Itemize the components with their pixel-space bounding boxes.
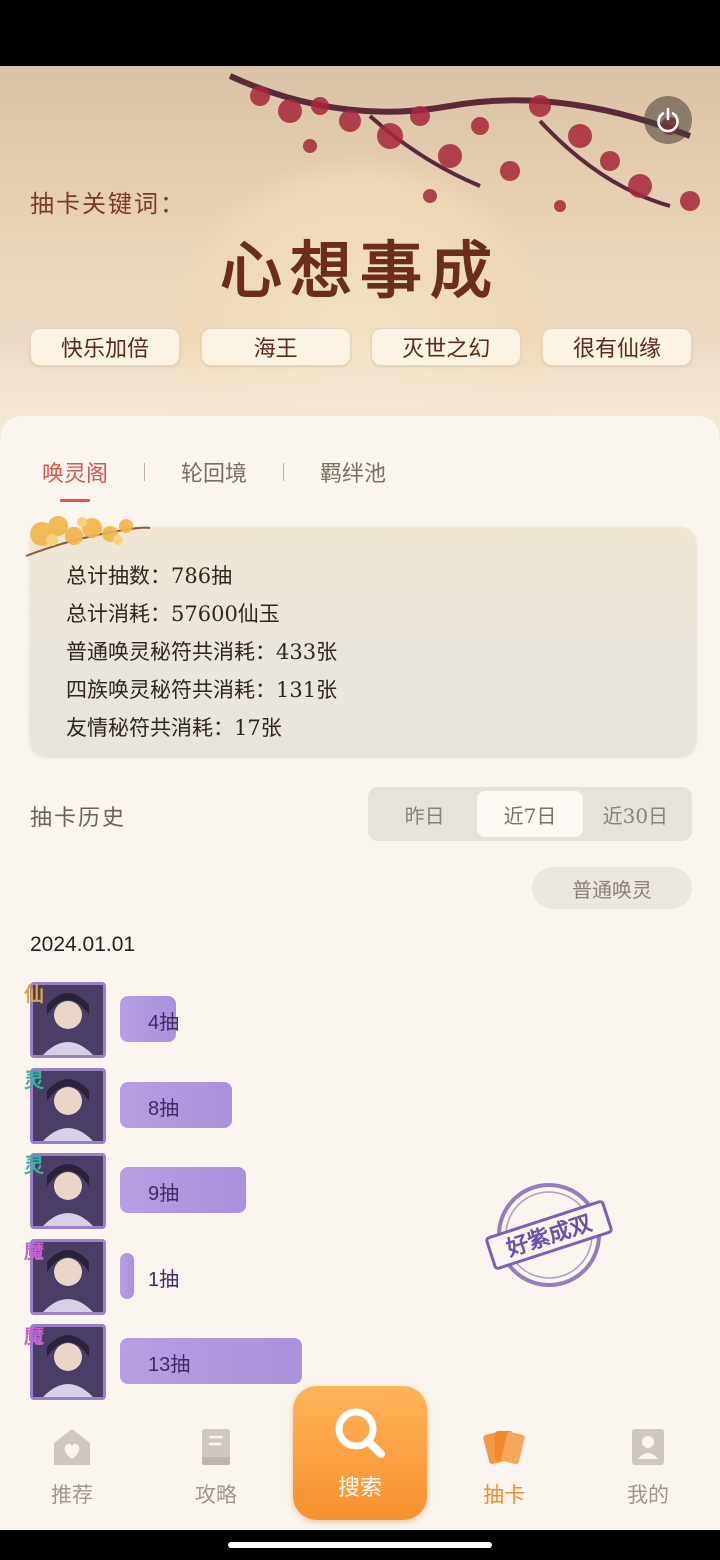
history-row[interactable]: 仙 4抽 <box>24 982 690 1058</box>
power-icon <box>657 107 679 133</box>
search-button[interactable]: 搜索 <box>293 1386 427 1520</box>
history-title: 抽卡历史 <box>30 806 127 831</box>
home-heart-icon <box>54 1429 90 1465</box>
tab-lunhuijing[interactable]: 轮回境 <box>181 456 247 488</box>
stat-normal-talisman: 普通唤灵秘符共消耗：433张 <box>66 640 338 664</box>
nav-profile[interactable]: 我的 <box>598 1425 698 1515</box>
power-button[interactable] <box>644 96 692 144</box>
tab-jibanchi[interactable]: 羁绊池 <box>320 456 386 488</box>
search-icon <box>335 1408 385 1458</box>
cards-icon <box>483 1431 525 1465</box>
nav-label: 推荐 <box>51 1483 93 1507</box>
race-badge: 仙 <box>24 982 44 1006</box>
pull-count-label: 1抽 <box>148 1268 180 1291</box>
book-icon <box>202 1429 230 1465</box>
race-badge: 灵 <box>24 1153 44 1177</box>
stamp-seal: 好紫成双 <box>485 1183 613 1287</box>
system-nav-area <box>0 1530 720 1560</box>
stat-friend-talisman: 友情秘符共消耗：17张 <box>66 716 282 740</box>
pull-count-label: 8抽 <box>148 1097 180 1120</box>
tab-divider <box>283 463 285 481</box>
race-badge: 魔 <box>24 1324 44 1348</box>
pull-count-bar <box>120 1252 134 1299</box>
search-label: 搜索 <box>337 1476 382 1501</box>
pool-tabs: 唤灵阁 轮回境 羁绊池 <box>42 456 386 502</box>
stat-total-cost: 总计消耗：57600仙玉 <box>66 602 280 626</box>
keyword-main: 心想事成 <box>219 234 500 307</box>
tab-huanlingge[interactable]: 唤灵阁 <box>42 456 108 502</box>
keyword-chips: 快乐加倍 海王 灭世之幻 很有仙缘 <box>30 328 692 366</box>
keyword-chip[interactable]: 很有仙缘 <box>541 328 692 366</box>
status-bar <box>0 0 720 66</box>
history-date: 2024.01.01 <box>30 933 136 956</box>
nav-draw[interactable]: 抽卡 <box>454 1425 554 1515</box>
pull-count-label: 13抽 <box>148 1354 191 1376</box>
tab-divider <box>144 463 146 481</box>
range-30days[interactable]: 近30日 <box>583 791 688 837</box>
nav-label: 抽卡 <box>483 1483 525 1507</box>
keyword-chip[interactable]: 灭世之幻 <box>371 328 522 366</box>
nav-guide[interactable]: 攻略 <box>166 1425 266 1515</box>
nav-recommend[interactable]: 推荐 <box>22 1425 122 1515</box>
keyword-chip[interactable]: 海王 <box>200 328 351 366</box>
range-yesterday[interactable]: 昨日 <box>372 791 477 837</box>
history-row[interactable]: 灵 8抽 <box>24 1067 690 1144</box>
stat-clan-talisman: 四族唤灵秘符共消耗：131张 <box>66 678 338 702</box>
type-filter-button[interactable]: 普通唤灵 <box>532 867 692 909</box>
flower-decoration <box>25 516 151 557</box>
nav-label: 攻略 <box>195 1483 237 1507</box>
pull-count-label: 9抽 <box>148 1183 180 1205</box>
nav-label: 我的 <box>627 1483 669 1507</box>
range-7days[interactable]: 近7日 <box>477 791 583 837</box>
race-badge: 魔 <box>24 1238 44 1263</box>
plum-branch-decoration <box>228 73 700 212</box>
profile-icon <box>632 1429 664 1465</box>
range-selector: 昨日 近7日 近30日 <box>368 787 692 841</box>
home-indicator[interactable] <box>228 1542 492 1548</box>
stat-total-pulls: 总计抽数：786抽 <box>66 564 233 588</box>
keyword-chip[interactable]: 快乐加倍 <box>30 328 180 366</box>
pull-count-label: 4抽 <box>148 1012 180 1034</box>
keyword-label: 抽卡关键词： <box>30 190 186 218</box>
race-badge: 灵 <box>24 1067 44 1092</box>
pull-count-bar <box>120 1167 246 1213</box>
